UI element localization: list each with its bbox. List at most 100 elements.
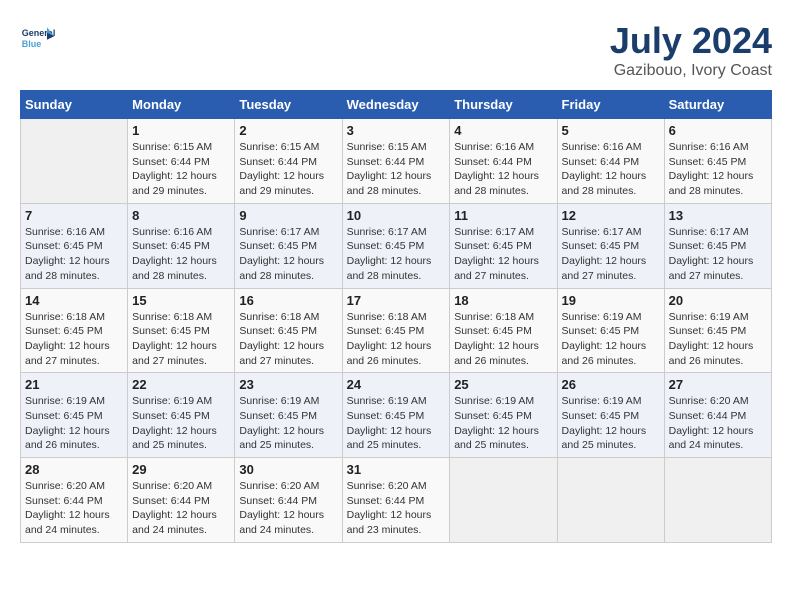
day-info: Sunrise: 6:17 AMSunset: 6:45 PMDaylight:… [454,225,552,284]
calendar-header-row: SundayMondayTuesdayWednesdayThursdayFrid… [21,91,772,119]
day-info: Sunrise: 6:16 AMSunset: 6:45 PMDaylight:… [669,140,767,199]
day-info: Sunrise: 6:19 AMSunset: 6:45 PMDaylight:… [347,394,446,453]
day-info: Sunrise: 6:15 AMSunset: 6:44 PMDaylight:… [347,140,446,199]
day-info: Sunrise: 6:19 AMSunset: 6:45 PMDaylight:… [239,394,337,453]
day-number: 25 [454,377,552,392]
day-number: 17 [347,293,446,308]
day-number: 21 [25,377,123,392]
day-info: Sunrise: 6:20 AMSunset: 6:44 PMDaylight:… [239,479,337,538]
day-info: Sunrise: 6:18 AMSunset: 6:45 PMDaylight:… [132,310,230,369]
calendar-cell: 14 Sunrise: 6:18 AMSunset: 6:45 PMDayligh… [21,288,128,373]
day-number: 11 [454,208,552,223]
calendar-cell: 4 Sunrise: 6:16 AMSunset: 6:44 PMDaylight… [450,119,557,204]
day-number: 18 [454,293,552,308]
column-header-sunday: Sunday [21,91,128,119]
calendar-cell: 12 Sunrise: 6:17 AMSunset: 6:45 PMDayligh… [557,203,664,288]
calendar-cell: 15 Sunrise: 6:18 AMSunset: 6:45 PMDayligh… [128,288,235,373]
day-number: 2 [239,123,337,138]
calendar-cell: 23 Sunrise: 6:19 AMSunset: 6:45 PMDayligh… [235,373,342,458]
header: General Blue July 2024 Gazibouo, Ivory C… [20,20,772,80]
day-info: Sunrise: 6:19 AMSunset: 6:45 PMDaylight:… [669,310,767,369]
column-header-wednesday: Wednesday [342,91,450,119]
day-number: 28 [25,462,123,477]
calendar-cell: 18Sunrise: 6:18 AMSunset: 6:45 PMDayligh… [450,288,557,373]
svg-text:Blue: Blue [22,39,42,49]
day-number: 16 [239,293,337,308]
day-number: 22 [132,377,230,392]
calendar-cell: 28Sunrise: 6:20 AMSunset: 6:44 PMDayligh… [21,458,128,543]
calendar-cell: 3 Sunrise: 6:15 AMSunset: 6:44 PMDaylight… [342,119,450,204]
calendar-cell: 30Sunrise: 6:20 AMSunset: 6:44 PMDayligh… [235,458,342,543]
day-info: Sunrise: 6:17 AMSunset: 6:45 PMDaylight:… [669,225,767,284]
day-number: 6 [669,123,767,138]
day-number: 26 [562,377,660,392]
calendar-cell: 20 Sunrise: 6:19 AMSunset: 6:45 PMDayligh… [664,288,771,373]
column-header-tuesday: Tuesday [235,91,342,119]
day-number: 13 [669,208,767,223]
week-row-4: 21 Sunrise: 6:19 AMSunset: 6:45 PMDayligh… [21,373,772,458]
calendar-cell: 9 Sunrise: 6:17 AMSunset: 6:45 PMDaylight… [235,203,342,288]
day-info: Sunrise: 6:16 AMSunset: 6:44 PMDaylight:… [562,140,660,199]
day-info: Sunrise: 6:19 AMSunset: 6:45 PMDaylight:… [562,310,660,369]
calendar-cell: 27Sunrise: 6:20 AMSunset: 6:44 PMDayligh… [664,373,771,458]
day-info: Sunrise: 6:20 AMSunset: 6:44 PMDaylight:… [347,479,446,538]
day-number: 23 [239,377,337,392]
column-header-thursday: Thursday [450,91,557,119]
day-info: Sunrise: 6:15 AMSunset: 6:44 PMDaylight:… [239,140,337,199]
calendar-cell: 13 Sunrise: 6:17 AMSunset: 6:45 PMDayligh… [664,203,771,288]
week-row-5: 28 Sunrise: 6:20 AMSunset: 6:44 PMDayligh… [21,458,772,543]
calendar-cell: 1Sunrise: 6:15 AMSunset: 6:44 PMDaylight… [128,119,235,204]
calendar-cell: 6 Sunrise: 6:16 AMSunset: 6:45 PMDaylight… [664,119,771,204]
day-info: Sunrise: 6:16 AMSunset: 6:45 PMDaylight:… [132,225,230,284]
calendar-cell: 29Sunrise: 6:20 AMSunset: 6:44 PMDayligh… [128,458,235,543]
day-number: 5 [562,123,660,138]
calendar-table: SundayMondayTuesdayWednesdayThursdayFrid… [20,90,772,543]
day-number: 8 [132,208,230,223]
calendar-cell: 31Sunrise: 6:20 AMSunset: 6:44 PMDayligh… [342,458,450,543]
calendar-body: 1 Sunrise: 6:15 AMSunset: 6:44 PMDaylight… [21,119,772,543]
day-info: Sunrise: 6:19 AMSunset: 6:45 PMDaylight:… [562,394,660,453]
day-number: 9 [239,208,337,223]
day-number: 20 [669,293,767,308]
calendar-cell: 16 Sunrise: 6:18 AMSunset: 6:45 PMDayligh… [235,288,342,373]
day-number: 1 [132,123,230,138]
calendar-cell: 25 Sunrise: 6:19 AMSunset: 6:45 PMDayligh… [450,373,557,458]
calendar-cell [557,458,664,543]
day-number: 14 [25,293,123,308]
calendar-cell: 5 Sunrise: 6:16 AMSunset: 6:44 PMDaylight… [557,119,664,204]
day-info: Sunrise: 6:16 AMSunset: 6:44 PMDaylight:… [454,140,552,199]
day-number: 15 [132,293,230,308]
calendar-cell: 17 Sunrise: 6:18 AMSunset: 6:45 PMDayligh… [342,288,450,373]
column-header-monday: Monday [128,91,235,119]
calendar-cell [21,119,128,204]
day-info: Sunrise: 6:20 AMSunset: 6:44 PMDaylight:… [669,394,767,453]
month-title: July 2024 [610,20,772,62]
calendar-cell: 19 Sunrise: 6:19 AMSunset: 6:45 PMDayligh… [557,288,664,373]
day-number: 4 [454,123,552,138]
day-info: Sunrise: 6:19 AMSunset: 6:45 PMDaylight:… [454,394,552,453]
day-info: Sunrise: 6:17 AMSunset: 6:45 PMDaylight:… [239,225,337,284]
day-info: Sunrise: 6:18 AMSunset: 6:45 PMDaylight:… [239,310,337,369]
day-number: 24 [347,377,446,392]
logo-icon: General Blue [20,20,56,56]
calendar-cell [664,458,771,543]
week-row-3: 14 Sunrise: 6:18 AMSunset: 6:45 PMDayligh… [21,288,772,373]
day-number: 19 [562,293,660,308]
day-info: Sunrise: 6:17 AMSunset: 6:45 PMDaylight:… [562,225,660,284]
calendar-cell: 8 Sunrise: 6:16 AMSunset: 6:45 PMDaylight… [128,203,235,288]
day-info: Sunrise: 6:19 AMSunset: 6:45 PMDaylight:… [132,394,230,453]
location-title: Gazibouo, Ivory Coast [610,62,772,80]
calendar-cell: 7Sunrise: 6:16 AMSunset: 6:45 PMDaylight… [21,203,128,288]
day-info: Sunrise: 6:18 AMSunset: 6:45 PMDaylight:… [25,310,123,369]
calendar-cell: 26 Sunrise: 6:19 AMSunset: 6:45 PMDayligh… [557,373,664,458]
calendar-cell: 22 Sunrise: 6:19 AMSunset: 6:45 PMDayligh… [128,373,235,458]
week-row-1: 1 Sunrise: 6:15 AMSunset: 6:44 PMDaylight… [21,119,772,204]
column-header-friday: Friday [557,91,664,119]
day-info: Sunrise: 6:17 AMSunset: 6:45 PMDaylight:… [347,225,446,284]
day-number: 3 [347,123,446,138]
calendar-cell: 24 Sunrise: 6:19 AMSunset: 6:45 PMDayligh… [342,373,450,458]
day-info: Sunrise: 6:18 AMSunset: 6:45 PMDaylight:… [347,310,446,369]
day-number: 12 [562,208,660,223]
column-header-saturday: Saturday [664,91,771,119]
day-info: Sunrise: 6:19 AMSunset: 6:45 PMDaylight:… [25,394,123,453]
